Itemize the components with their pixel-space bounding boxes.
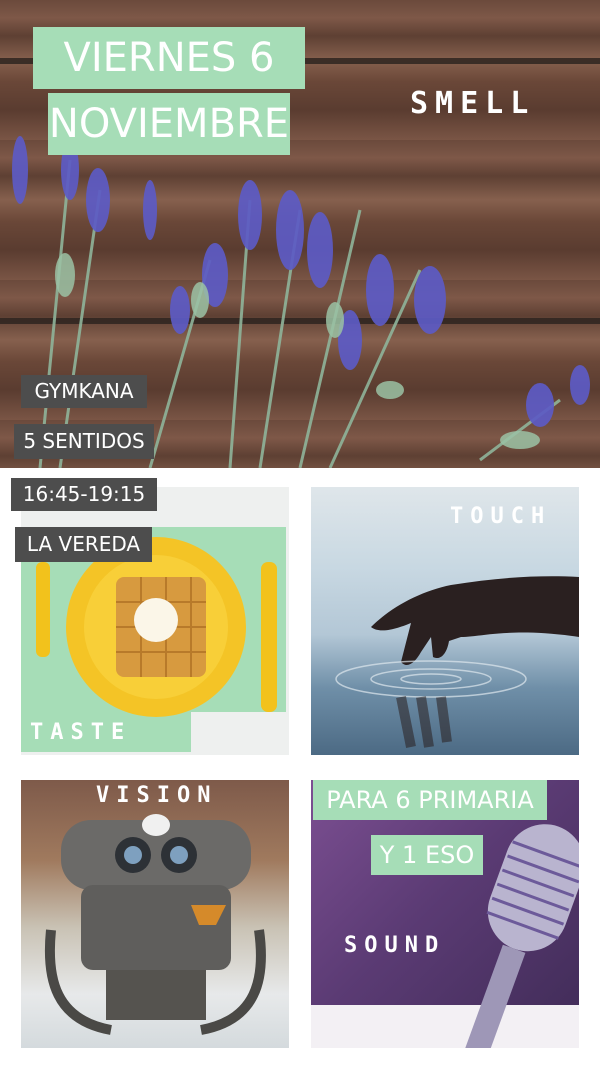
microphone-illustration: [311, 824, 579, 1048]
sound-label: SOUND: [344, 933, 446, 958]
audience-line1: PARA 6 PRIMARIA: [313, 780, 547, 820]
time-tag: 16:45-19:15: [11, 478, 157, 511]
taste-label: TASTE: [30, 720, 132, 745]
place-tag: LA VEREDA: [15, 527, 152, 562]
smell-label: SMELL: [410, 86, 536, 121]
five-senses-tag: 5 SENTIDOS: [14, 424, 154, 459]
event-date-line2: NOVIEMBRE: [48, 93, 290, 155]
event-date-line1: VIERNES 6 DE: [33, 27, 305, 143]
gymkana-tag: GYMKANA: [21, 375, 147, 408]
sound-panel: [311, 780, 579, 1048]
vision-panel: [21, 780, 289, 1048]
touch-label: TOUCH: [450, 504, 552, 529]
audience-line2: Y 1 ESO: [371, 835, 483, 875]
binocular-viewer-illustration: [44, 814, 266, 1035]
vision-label: VISION: [96, 783, 218, 808]
